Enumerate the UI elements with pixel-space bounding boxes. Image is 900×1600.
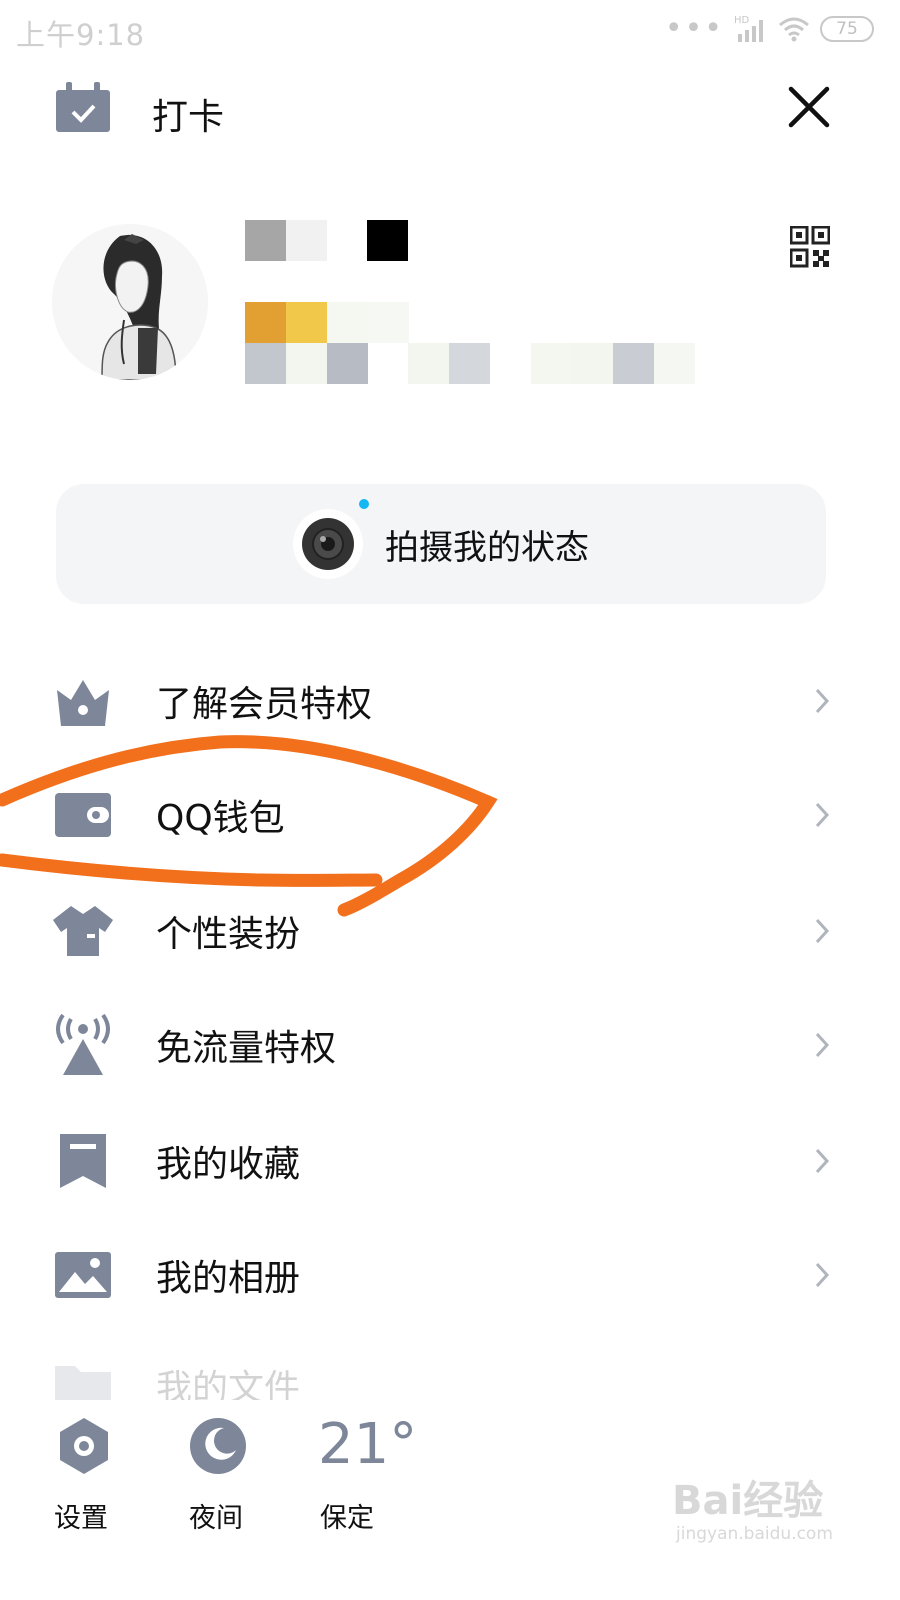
- signal-tower-icon: [50, 1012, 116, 1078]
- wallet-icon: [50, 782, 116, 848]
- menu-item-vip-privileges[interactable]: 了解会员特权: [0, 646, 900, 756]
- battery-icon: 75: [820, 16, 874, 42]
- menu-item-label: 我的相册: [156, 1258, 301, 1299]
- bookmark-icon: [50, 1128, 116, 1194]
- qq-side-drawer: 上午9:18 ••• HD 75 打卡 拍摄我的状态 了解会员特权 QQ钱包 个…: [0, 0, 900, 1600]
- watermark-logo: Bai经验: [672, 1478, 824, 1524]
- watermark-url: jingyan.baidu.com: [676, 1524, 833, 1544]
- menu-item-free-data[interactable]: 免流量特权: [0, 990, 900, 1100]
- status-icons: ••• HD 75: [665, 14, 874, 44]
- weather-temperature[interactable]: 21°: [318, 1412, 417, 1477]
- settings-label[interactable]: 设置: [54, 1496, 108, 1535]
- night-mode-icon[interactable]: [188, 1416, 248, 1476]
- chevron-right-icon: [815, 918, 830, 944]
- shoot-status-label: 拍摄我的状态: [385, 527, 589, 568]
- tshirt-icon: [50, 898, 116, 964]
- menu-item-favorites[interactable]: 我的收藏: [0, 1106, 900, 1216]
- status-time: 上午9:18: [16, 18, 146, 52]
- chevron-right-icon: [815, 802, 830, 828]
- menu-item-qq-wallet[interactable]: QQ钱包: [0, 760, 900, 870]
- gear-icon[interactable]: [54, 1416, 114, 1476]
- chevron-right-icon: [815, 1032, 830, 1058]
- more-dots-icon: •••: [664, 11, 724, 46]
- shoot-status-button[interactable]: 拍摄我的状态: [56, 484, 826, 604]
- avatar[interactable]: [52, 224, 208, 380]
- menu-item-label: 免流量特权: [156, 1028, 337, 1069]
- calendar-check-icon[interactable]: [54, 82, 112, 134]
- close-icon[interactable]: [784, 82, 834, 132]
- wifi-icon: [779, 17, 809, 42]
- camera-icon: [293, 499, 369, 579]
- crown-icon: [50, 668, 116, 734]
- signal-icon: HD: [734, 15, 763, 42]
- menu-item-label: QQ钱包: [156, 798, 285, 839]
- checkin-label[interactable]: 打卡: [152, 88, 224, 140]
- menu-item-label: 了解会员特权: [156, 684, 373, 725]
- hd-label: HD: [734, 15, 750, 26]
- menu-item-personalization[interactable]: 个性装扮: [0, 876, 900, 986]
- qr-code-icon[interactable]: [790, 226, 830, 268]
- chevron-right-icon: [815, 688, 830, 714]
- chevron-right-icon: [815, 1262, 830, 1288]
- chevron-right-icon: [815, 1148, 830, 1174]
- weather-city[interactable]: 保定: [320, 1496, 374, 1535]
- menu-item-label: 我的收藏: [156, 1144, 301, 1185]
- avatar-illustration: [52, 224, 208, 380]
- night-label[interactable]: 夜间: [189, 1496, 243, 1535]
- menu-item-label: 个性装扮: [156, 914, 301, 955]
- photo-icon: [50, 1242, 116, 1308]
- new-dot-badge: [359, 499, 369, 509]
- menu-item-album[interactable]: 我的相册: [0, 1220, 900, 1330]
